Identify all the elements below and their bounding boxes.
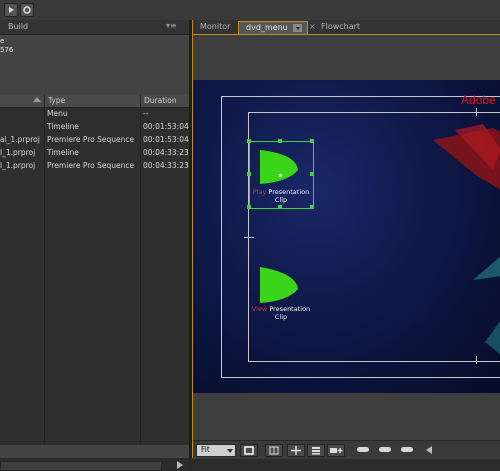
row-duration: 00:01:53:04	[143, 135, 189, 144]
row-type: Menu	[47, 109, 68, 118]
guide-tick	[244, 237, 254, 238]
view-button-label[interactable]: View Presentation Clip	[241, 305, 321, 321]
resize-handle[interactable]	[310, 139, 314, 143]
scroll-right-icon[interactable]	[177, 461, 183, 469]
tab-dvd-menu[interactable]: dvd_menu	[238, 21, 308, 34]
zoom-select[interactable]: Fit	[196, 444, 236, 457]
resize-handle[interactable]	[310, 205, 314, 209]
menu-canvas[interactable]: Adobe Play Presentation Clip View Presen…	[193, 80, 500, 393]
brand-text: Adobe	[461, 93, 496, 107]
zoom-select-value: Fit	[201, 445, 210, 454]
project-info-line: e	[0, 37, 5, 45]
table-row[interactable]: l_1.prproj Premiere Pro Sequence 00:04:3…	[0, 160, 189, 173]
zoom-out-icon[interactable]	[357, 447, 369, 452]
right-tab-bar: Monitor dvd_menu × Flowchart	[193, 20, 500, 35]
sort-ascending-icon[interactable]	[33, 97, 41, 102]
button-label-line2: Clip	[274, 313, 288, 321]
table-header: Type Duration	[0, 95, 189, 108]
resize-handle[interactable]	[247, 205, 251, 209]
scrollbar-thumb[interactable]	[0, 461, 162, 471]
tab-monitor[interactable]: Monitor	[200, 22, 230, 31]
row-name: l_1.prproj	[0, 148, 36, 157]
table-row[interactable]: l_1.prproj Timeline 00:04:33:23	[0, 147, 189, 160]
settings-icon[interactable]	[20, 3, 34, 17]
view-button-shape[interactable]	[258, 265, 298, 307]
play-icon[interactable]	[4, 3, 18, 17]
button-label-line1: Presentation	[269, 305, 311, 313]
chevron-down-icon	[227, 449, 233, 453]
chevron-down-icon	[296, 27, 300, 30]
move-icon[interactable]	[287, 444, 305, 457]
scroll-left-icon[interactable]	[426, 446, 432, 454]
tab-build[interactable]: Build	[8, 22, 28, 31]
center-handle[interactable]	[279, 174, 282, 177]
tab-flowchart[interactable]: Flowchart	[321, 22, 360, 31]
resize-handle[interactable]	[247, 172, 251, 176]
zoom-in-icon[interactable]	[401, 447, 413, 452]
canvas-toolbar: Fit	[193, 440, 500, 459]
panel-menu-icon[interactable]: ▾≡	[166, 21, 180, 31]
resize-handle[interactable]	[247, 139, 251, 143]
resize-handle[interactable]	[278, 205, 282, 209]
resize-handle[interactable]	[278, 139, 282, 143]
close-icon[interactable]: ×	[309, 22, 316, 31]
zoom-icon[interactable]	[379, 447, 391, 452]
project-panel: Build ▾≡ e 576 Type Duration Menu -- Tim…	[0, 20, 189, 471]
resize-handle[interactable]	[310, 172, 314, 176]
add-icon[interactable]	[327, 444, 345, 457]
menu-editor-panel: Monitor dvd_menu × Flowchart Adobe Play …	[192, 20, 500, 459]
row-type: Timeline	[47, 122, 79, 131]
grid-icon[interactable]	[265, 444, 283, 457]
row-type: Premiere Pro Sequence	[47, 135, 135, 144]
view-highlight-text: View	[251, 305, 268, 313]
project-info-line: 576	[0, 46, 14, 54]
top-toolbar	[0, 0, 500, 21]
row-type: Premiere Pro Sequence	[47, 161, 135, 170]
guide-tick	[476, 108, 477, 116]
project-table: Type Duration Menu -- Timeline 00:01:53:…	[0, 95, 189, 445]
tab-dvd-menu-label: dvd_menu	[246, 23, 288, 32]
column-header-duration[interactable]: Duration	[144, 96, 177, 105]
row-duration: 00:04:33:23	[143, 148, 189, 157]
row-type: Timeline	[47, 148, 79, 157]
guide-tick	[476, 356, 477, 364]
left-tab-bar: Build ▾≡	[0, 20, 189, 35]
table-row[interactable]: Menu --	[0, 108, 189, 121]
row-duration: 00:01:53:04	[143, 122, 189, 131]
table-row[interactable]: Timeline 00:01:53:04	[0, 121, 189, 134]
row-duration: --	[143, 109, 149, 118]
column-header-type[interactable]: Type	[48, 96, 65, 105]
row-name: l_1.prproj	[0, 161, 36, 170]
table-row[interactable]: al_1.prproj Premiere Pro Sequence 00:01:…	[0, 134, 189, 147]
safe-area-icon[interactable]	[240, 444, 258, 457]
row-name: al_1.prproj	[0, 135, 40, 144]
list-icon[interactable]	[307, 444, 325, 457]
row-duration: 00:04:33:23	[143, 161, 189, 170]
